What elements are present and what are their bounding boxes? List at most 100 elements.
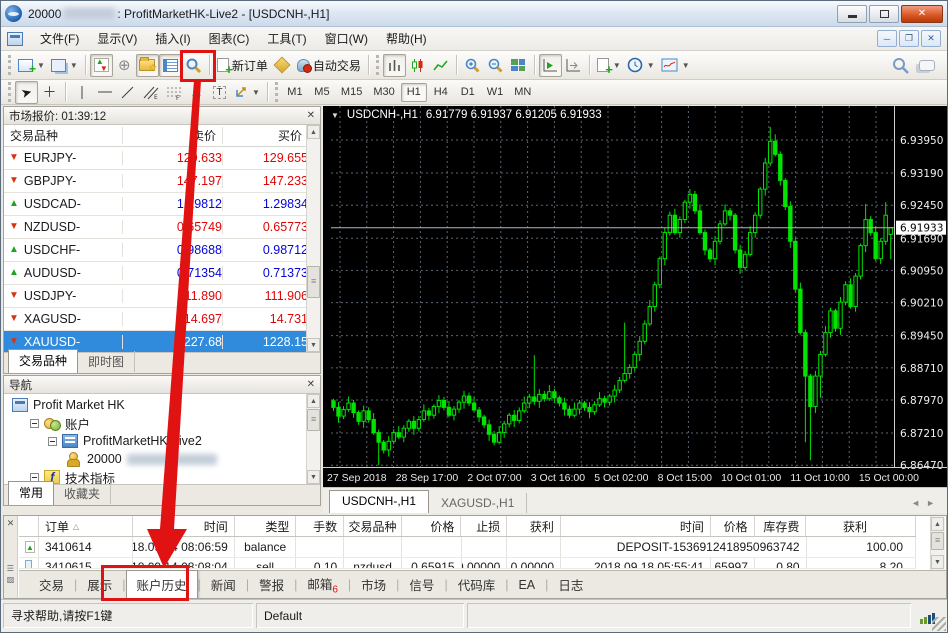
- market-watch-row-AUDUSD-[interactable]: ▲AUDUSD-0.713540.71373: [4, 262, 320, 285]
- templates-button[interactable]: ▼: [658, 54, 693, 77]
- market-watch-close-icon[interactable]: ✕: [307, 110, 315, 121]
- nav-item-20000[interactable]: 20000: [4, 450, 320, 468]
- column-bid[interactable]: 卖价: [122, 127, 222, 144]
- terminal-tab-新闻[interactable]: 新闻: [201, 571, 246, 598]
- toolbar-grip[interactable]: [376, 55, 380, 75]
- terminal-tab-代码库[interactable]: 代码库: [448, 571, 506, 598]
- restore-button[interactable]: [869, 5, 899, 23]
- menu-item-显示(V)[interactable]: 显示(V): [88, 27, 146, 50]
- chart-collapse-icon[interactable]: ▼: [331, 111, 339, 120]
- child-close-button[interactable]: ✕: [921, 30, 941, 47]
- terminal-tab-账户历史[interactable]: 账户历史: [126, 570, 198, 599]
- market-watch-tab-交易品种[interactable]: 交易品种: [8, 349, 78, 373]
- horizontal-line-button[interactable]: [93, 81, 116, 104]
- collapse-expander-icon[interactable]: [48, 437, 57, 446]
- market-watch-row-USDCAD-[interactable]: ▲USDCAD-1.298121.29834: [4, 193, 320, 216]
- menu-item-工具(T)[interactable]: 工具(T): [258, 27, 315, 50]
- new-chart-button[interactable]: ▼: [15, 54, 48, 77]
- column-symbol[interactable]: 交易品种: [4, 127, 122, 144]
- toolbar-grip[interactable]: [275, 82, 279, 102]
- market-watch-scrollbar[interactable]: ▲ ▼: [306, 125, 320, 352]
- bar-chart-button[interactable]: [383, 54, 406, 77]
- channel-button[interactable]: E: [139, 81, 162, 104]
- market-watch-row-USDJPY-[interactable]: ▼USDJPY-111.890111.906: [4, 285, 320, 308]
- terminal-row-3410614[interactable]: ▲34106142018.09.14 08:06:59balanceDEPOSI…: [19, 537, 916, 558]
- chart-tab-USDCNH-,H1[interactable]: USDCNH-,H1: [329, 490, 429, 513]
- fibonacci-button[interactable]: F: [162, 81, 185, 104]
- terminal-row-3410615[interactable]: 34106152018.09.14 08:08:04sell0.10nzdusd…: [19, 558, 916, 569]
- nav-item-Profit Market HK[interactable]: Profit Market HK: [4, 396, 320, 414]
- resize-grip[interactable]: [932, 617, 946, 631]
- chart-tab-XAGUSD-,H1[interactable]: XAGUSD-,H1: [429, 493, 527, 513]
- periods-button[interactable]: ▼: [624, 54, 658, 77]
- header-time[interactable]: 时间: [133, 516, 234, 536]
- chat-icon[interactable]: [919, 60, 935, 71]
- header-type[interactable]: 类型: [235, 516, 297, 536]
- crosshair-tool-button[interactable]: ＋: [38, 81, 61, 104]
- candlestick-chart-button[interactable]: [406, 54, 429, 77]
- data-window-button[interactable]: ⊕: [113, 54, 136, 77]
- chart-tabs-scroll-right-icon[interactable]: ►: [926, 498, 941, 508]
- nav-item-账户[interactable]: 账户: [4, 414, 320, 432]
- terminal-tab-警报[interactable]: 警报: [249, 571, 294, 598]
- terminal-tab-市场[interactable]: 市场: [351, 571, 396, 598]
- terminal-tab-邮箱[interactable]: 邮箱6: [297, 570, 348, 599]
- autotrading-button[interactable]: 自动交易: [294, 54, 364, 77]
- navigator-toggle-button[interactable]: [136, 54, 159, 77]
- title-bar[interactable]: 20000 : ProfitMarketHK-Live2 - [USDCNH-,…: [1, 1, 947, 27]
- timeframe-H1-button[interactable]: H1: [401, 83, 427, 102]
- market-watch-toggle-button[interactable]: [90, 54, 113, 77]
- vertical-line-button[interactable]: [70, 81, 93, 104]
- new-order-button[interactable]: 新订单: [214, 54, 271, 77]
- market-watch-titlebar[interactable]: 市场报价: 01:39:12 ✕: [4, 107, 320, 125]
- menu-item-文件(F)[interactable]: 文件(F): [31, 27, 88, 50]
- timeframe-H4-button[interactable]: H4: [428, 83, 454, 102]
- navigator-scrollbar[interactable]: ▲ ▼: [306, 394, 320, 484]
- terminal-tab-信号[interactable]: 信号: [399, 571, 444, 598]
- indicators-button[interactable]: ▼: [594, 54, 624, 77]
- toolbar-grip[interactable]: [8, 82, 12, 102]
- close-button[interactable]: ✕: [901, 5, 943, 23]
- search-icon[interactable]: [892, 57, 909, 74]
- profiles-button[interactable]: ▼: [48, 54, 81, 77]
- nav-item-ProfitMarketHK-Live2[interactable]: ProfitMarketHK-Live2: [4, 432, 320, 450]
- navigator-titlebar[interactable]: 导航 ✕: [4, 376, 320, 394]
- chart-shift-button[interactable]: [562, 54, 585, 77]
- header-ctime[interactable]: 时间: [561, 516, 711, 536]
- zoom-out-button[interactable]: [484, 54, 507, 77]
- timeframe-MN-button[interactable]: MN: [509, 83, 536, 102]
- navigator-tab-收藏夹[interactable]: 收藏夹: [54, 483, 111, 504]
- column-ask[interactable]: 买价: [222, 127, 308, 144]
- header-tp[interactable]: 获利: [507, 516, 561, 536]
- strategy-tester-button[interactable]: [182, 54, 205, 77]
- header-cprice[interactable]: 价格: [711, 516, 755, 536]
- terminal-tab-EA[interactable]: EA: [508, 574, 545, 596]
- status-profile[interactable]: Default: [256, 603, 464, 628]
- child-restore-button[interactable]: ❐: [899, 30, 919, 47]
- header-sl[interactable]: 止损: [461, 516, 507, 536]
- navigator-tab-常用[interactable]: 常用: [8, 481, 54, 505]
- trendline-button[interactable]: [116, 81, 139, 104]
- zoom-in-button[interactable]: [461, 54, 484, 77]
- header-swap[interactable]: 库存费: [755, 516, 807, 536]
- header-price[interactable]: 价格: [402, 516, 462, 536]
- header-symbol[interactable]: 交易品种: [344, 516, 402, 536]
- market-watch-row-USDCHF-[interactable]: ▲USDCHF-0.986880.98712: [4, 239, 320, 262]
- market-watch-row-NZDUSD-[interactable]: ▼NZDUSD-0.657490.65773: [4, 216, 320, 239]
- terminal-tab-日志[interactable]: 日志: [548, 571, 593, 598]
- cursor-tool-button[interactable]: ➤: [15, 81, 38, 104]
- child-minimize-button[interactable]: ─: [877, 30, 897, 47]
- market-watch-row-GBPJPY-[interactable]: ▼GBPJPY-147.197147.233: [4, 170, 320, 193]
- timeframe-W1-button[interactable]: W1: [482, 83, 509, 102]
- toolbar-grip[interactable]: [8, 55, 12, 75]
- market-watch-row-XAGUSD-[interactable]: ▼XAGUSD-14.69714.731: [4, 308, 320, 331]
- header-lots[interactable]: 手数: [296, 516, 344, 536]
- text-tool-button[interactable]: A: [185, 81, 208, 104]
- terminal-tab-展示[interactable]: 展示: [77, 571, 122, 598]
- navigator-close-icon[interactable]: ✕: [307, 379, 315, 390]
- market-watch-row-EURJPY-[interactable]: ▼EURJPY-129.633129.655: [4, 147, 320, 170]
- text-label-button[interactable]: T: [208, 81, 231, 104]
- auto-scroll-button[interactable]: [539, 54, 562, 77]
- timeframe-M30-button[interactable]: M30: [368, 83, 399, 102]
- tile-windows-button[interactable]: [507, 54, 530, 77]
